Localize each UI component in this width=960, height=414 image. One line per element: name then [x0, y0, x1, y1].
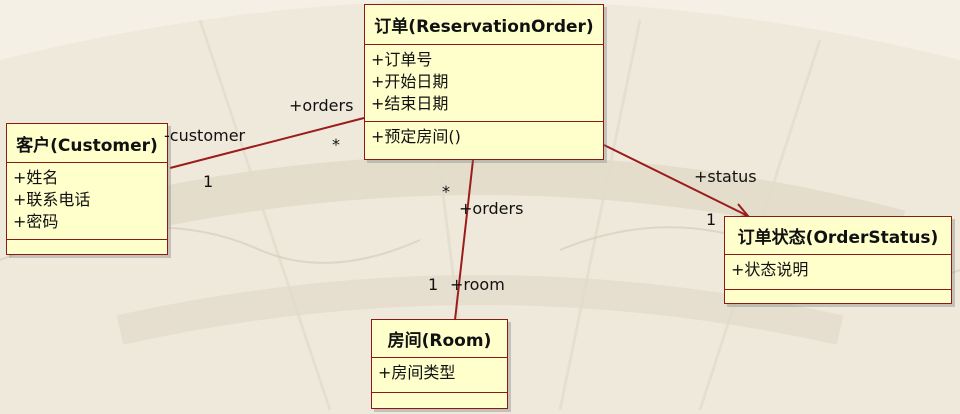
operation-compartment — [372, 393, 507, 401]
class-order-status[interactable]: 订单状态(OrderStatus) +状态说明 — [724, 216, 952, 304]
multiplicity-label: 1 — [706, 210, 717, 229]
attribute: +结束日期 — [371, 94, 449, 113]
role-label-orders: +orders — [289, 96, 354, 115]
class-name: 订单(ReservationOrder) — [365, 5, 603, 45]
operation-compartment — [725, 290, 951, 298]
class-reservation-order[interactable]: 订单(ReservationOrder) +订单号 +开始日期 +结束日期 +预… — [364, 4, 604, 160]
attribute: +订单号 — [371, 50, 433, 69]
attribute: +密码 — [13, 212, 59, 231]
class-customer[interactable]: 客户(Customer) +姓名 +联系电话 +密码 — [6, 123, 168, 255]
operation: +预定房间() — [371, 127, 461, 146]
operation-compartment — [7, 240, 167, 248]
attribute-compartment: +状态说明 — [725, 255, 951, 290]
attribute: +状态说明 — [731, 260, 809, 279]
attribute: +开始日期 — [371, 72, 449, 91]
multiplicity-label: * — [442, 182, 450, 201]
attribute-compartment: +姓名 +联系电话 +密码 — [7, 163, 167, 240]
class-room[interactable]: 房间(Room) +房间类型 — [371, 319, 508, 409]
multiplicity-label: * — [332, 135, 340, 154]
attribute-compartment: +订单号 +开始日期 +结束日期 — [365, 45, 603, 122]
multiplicity-label: 1 — [428, 275, 439, 294]
role-label-room: +room — [450, 275, 505, 294]
role-label-orders: +orders — [459, 199, 524, 218]
attribute: +联系电话 — [13, 190, 91, 209]
attribute-compartment: +房间类型 — [372, 358, 507, 393]
attribute: +房间类型 — [378, 363, 456, 382]
operation-compartment: +预定房间() — [365, 122, 603, 152]
class-name: 订单状态(OrderStatus) — [725, 217, 951, 255]
multiplicity-label: 1 — [203, 172, 214, 191]
class-name: 房间(Room) — [372, 320, 507, 358]
role-label-status: +status — [694, 167, 757, 186]
role-label-customer: -customer — [164, 126, 246, 145]
attribute: +姓名 — [13, 168, 59, 187]
association-order-room — [454, 159, 474, 321]
class-name: 客户(Customer) — [7, 124, 167, 163]
